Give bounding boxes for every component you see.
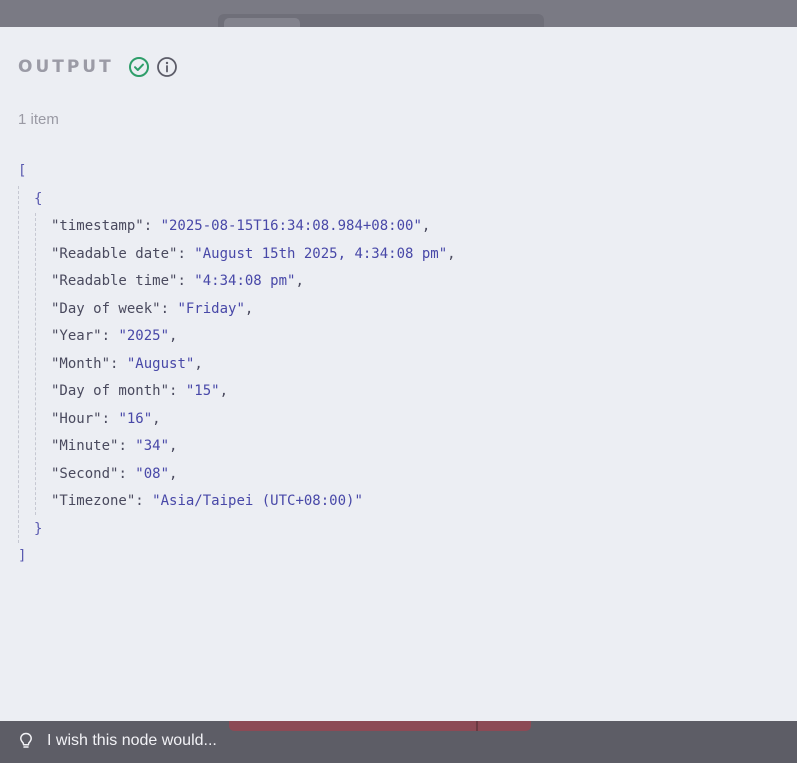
json-line: ] xyxy=(18,543,456,571)
json-line: [ xyxy=(18,158,456,186)
json-key: "Day of week" xyxy=(51,300,161,317)
array-open-bracket: [ xyxy=(18,163,27,179)
json-key: "Readable date" xyxy=(51,245,178,262)
json-entry: "timestamp": "2025-08-15T16:34:08.984+08… xyxy=(51,218,431,234)
json-value: "34" xyxy=(135,438,170,454)
json-value: "Friday" xyxy=(177,300,245,317)
output-panel: OUTPUT 1 item [ { "timestamp": "2025-08-… xyxy=(0,27,797,721)
json-line: } xyxy=(18,516,456,544)
json-entry: "Day of month": "15", xyxy=(51,383,229,399)
backdrop-button-divider xyxy=(476,721,478,731)
panel-header: OUTPUT xyxy=(18,55,178,79)
json-line: { xyxy=(18,186,456,214)
json-entry: "Hour": "16", xyxy=(51,410,161,427)
json-entry: "Month": "August", xyxy=(51,355,203,372)
feedback-link[interactable]: I wish this node would... xyxy=(18,730,217,752)
object-open-brace: { xyxy=(34,190,43,207)
json-entry: "Year": "2025", xyxy=(51,328,178,344)
check-circle-icon xyxy=(128,56,150,78)
json-value: "08" xyxy=(135,465,170,482)
array-close-bracket: ] xyxy=(18,548,27,564)
json-entry: "Second": "08", xyxy=(51,465,178,482)
feedback-text: I wish this node would... xyxy=(47,732,217,749)
json-key: "Hour" xyxy=(51,410,102,427)
json-key: "Readable time" xyxy=(51,273,178,289)
json-value: "4:34:08 pm" xyxy=(194,273,296,289)
object-close-brace: } xyxy=(34,520,43,537)
json-key: "Second" xyxy=(51,465,119,482)
json-value: "Asia/Taipei (UTC+08:00)" xyxy=(152,493,363,509)
json-key: "Minute" xyxy=(51,438,119,454)
panel-title: OUTPUT xyxy=(18,57,114,77)
json-entry: "Timezone": "Asia/Taipei (UTC+08:00)" xyxy=(51,493,363,509)
json-value: "2025-08-15T16:34:08.984+08:00" xyxy=(160,218,422,234)
lightbulb-icon xyxy=(18,732,34,750)
json-entry: "Readable date": "August 15th 2025, 4:34… xyxy=(51,245,456,262)
json-key: "Month" xyxy=(51,355,111,372)
json-output: [ { "timestamp": "2025-08-15T16:34:08.98… xyxy=(18,158,456,571)
json-entry: "Minute": "34", xyxy=(51,438,178,454)
item-count: 1 item xyxy=(18,111,59,128)
json-value: "2025" xyxy=(118,328,170,344)
json-entry: "Readable time": "4:34:08 pm", xyxy=(51,273,304,289)
json-value: "August 15th 2025, 4:34:08 pm" xyxy=(194,245,448,262)
json-value: "August" xyxy=(126,355,195,372)
json-key: "Timezone" xyxy=(51,493,136,509)
backdrop-button xyxy=(229,721,531,731)
json-entry: "Day of week": "Friday", xyxy=(51,300,254,317)
info-circle-icon[interactable] xyxy=(156,56,178,78)
json-key: "timestamp" xyxy=(51,218,144,234)
json-key: "Day of month" xyxy=(51,383,170,399)
json-key: "Year" xyxy=(51,328,102,344)
json-value: "15" xyxy=(185,383,220,399)
json-value: "16" xyxy=(118,410,153,427)
